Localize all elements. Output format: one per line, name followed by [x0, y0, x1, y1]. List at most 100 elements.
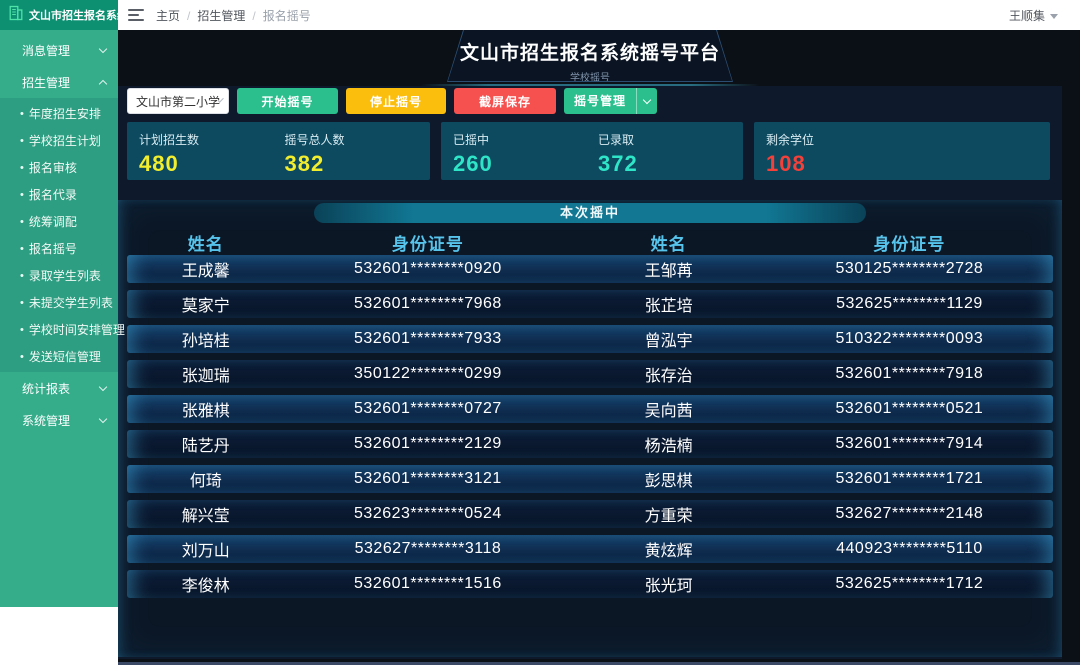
section-title-pill: 本次摇中	[314, 203, 866, 223]
sidebar-item-lottery[interactable]: 报名摇号	[0, 235, 118, 262]
cell-id: 350122********0299	[284, 365, 571, 383]
cell-id: 510322********0093	[766, 330, 1053, 348]
screenshot-save-button[interactable]: 截屏保存	[454, 88, 556, 114]
cell-name: 张光珂	[571, 572, 765, 596]
cell-name: 曾泓宇	[571, 327, 765, 351]
caret-down-icon	[1050, 14, 1058, 19]
sidebar-item-registration-review[interactable]: 报名审核	[0, 154, 118, 181]
table-row: 李俊林 532601********1516 张光珂 532625*******…	[127, 570, 1053, 598]
sidebar: 文山市招生报名系统 消息管理 招生管理 年度招生安排 学校招生计划 报名审核 报…	[0, 0, 118, 665]
table-row: 陆艺丹 532601********2129 杨浩楠 532601*******…	[127, 430, 1053, 458]
breadcrumb: 主页 招生管理 报名摇号	[156, 7, 311, 24]
cell-name: 陆艺丹	[127, 432, 284, 456]
cell-name: 刘万山	[127, 537, 284, 561]
sidebar-group-label: 招生管理	[22, 74, 100, 91]
cell-name: 黄炫辉	[571, 537, 765, 561]
stat-drawn: 已摇中 260	[453, 131, 598, 180]
school-select[interactable]: 文山市第二小学	[127, 88, 229, 114]
cell-name: 吴向茜	[571, 397, 765, 421]
lottery-manage-label[interactable]: 摇号管理	[564, 88, 636, 114]
table-row: 何琦 532601********3121 彭思棋 532601********…	[127, 465, 1053, 493]
user-name: 王顺集	[1009, 7, 1045, 24]
hamburger-icon[interactable]	[128, 9, 144, 21]
cell-id: 532601********7968	[284, 295, 571, 313]
stats-card-plan: 计划招生数 480 摇号总人数 382	[127, 122, 430, 180]
table-row: 孙培桂 532601********7933 曾泓宇 510322*******…	[127, 325, 1053, 353]
banner-glow-line	[420, 84, 760, 86]
cell-name: 彭思棋	[571, 467, 765, 491]
stats-row: 计划招生数 480 摇号总人数 382 已摇中 260 已录取 372	[127, 122, 1050, 180]
cell-id: 532627********2148	[766, 505, 1053, 523]
sidebar-group-enrollment[interactable]: 招生管理	[0, 66, 118, 98]
topbar: 主页 招生管理 报名摇号 王顺集	[118, 0, 1080, 30]
split-dropdown-toggle[interactable]	[636, 88, 657, 114]
app-title: 文山市招生报名系统	[29, 7, 128, 23]
cell-id: 532601********3121	[284, 470, 571, 488]
stat-label: 已摇中	[453, 131, 598, 148]
sidebar-group-reports[interactable]: 统计报表	[0, 372, 118, 404]
sidebar-item-school-schedule[interactable]: 学校时间安排管理	[0, 316, 118, 343]
sidebar-submenu-enrollment: 年度招生安排 学校招生计划 报名审核 报名代录 统筹调配 报名摇号 录取学生列表…	[0, 98, 118, 372]
cell-id: 532625********1712	[766, 575, 1053, 593]
cell-id: 532601********2129	[284, 435, 571, 453]
stat-value: 260	[453, 151, 598, 177]
cell-name: 王成馨	[127, 257, 284, 281]
sidebar-item-sms-management[interactable]: 发送短信管理	[0, 343, 118, 370]
table-row: 刘万山 532627********3118 黄炫辉 440923*******…	[127, 535, 1053, 563]
breadcrumb-enrollment[interactable]: 招生管理	[180, 7, 245, 24]
cell-name: 张存治	[571, 362, 765, 386]
sidebar-group-messages[interactable]: 消息管理	[0, 34, 118, 66]
sidebar-item-admitted-students[interactable]: 录取学生列表	[0, 262, 118, 289]
school-select-value: 文山市第二小学	[136, 93, 220, 110]
stat-label: 计划招生数	[139, 131, 285, 148]
start-lottery-button[interactable]: 开始摇号	[237, 88, 338, 114]
sidebar-group-label: 系统管理	[22, 412, 100, 429]
title-banner: 文山市招生报名系统摇号平台 学校摇号	[447, 30, 733, 82]
cell-id: 532601********7933	[284, 330, 571, 348]
cell-name: 张迦瑞	[127, 362, 284, 386]
table-row: 王成馨 532601********0920 王邹苒 530125*******…	[127, 255, 1053, 283]
app-logo-bar[interactable]: 文山市招生报名系统	[0, 0, 118, 30]
sidebar-group-system[interactable]: 系统管理	[0, 404, 118, 436]
app-window: 文山市招生报名系统 消息管理 招生管理 年度招生安排 学校招生计划 报名审核 报…	[0, 0, 1080, 665]
cell-id: 532601********0727	[284, 400, 571, 418]
user-menu[interactable]: 王顺集	[1009, 7, 1058, 24]
column-header-id: 身份证号	[284, 230, 571, 255]
column-header-id: 身份证号	[766, 230, 1053, 255]
stat-admitted: 已录取 372	[598, 131, 743, 180]
chevron-down-icon	[99, 414, 107, 422]
column-header-name: 姓名	[127, 230, 284, 255]
cell-id: 532627********3118	[284, 540, 571, 558]
cell-id: 532601********0521	[766, 400, 1053, 418]
chevron-down-icon	[99, 382, 107, 390]
stat-value: 108	[766, 151, 916, 177]
sidebar-group-label: 消息管理	[22, 42, 100, 59]
lottery-manage-split-button[interactable]: 摇号管理	[564, 88, 657, 114]
chevron-up-icon	[99, 79, 107, 87]
cell-id: 532601********7918	[766, 365, 1053, 383]
table-body: 王成馨 532601********0920 王邹苒 530125*******…	[127, 255, 1053, 605]
cell-name: 李俊林	[127, 572, 284, 596]
table-row: 张迦瑞 350122********0299 张存治 532601*******…	[127, 360, 1053, 388]
stat-value: 372	[598, 151, 743, 177]
sidebar-item-school-plan[interactable]: 学校招生计划	[0, 127, 118, 154]
stat-value: 480	[139, 151, 285, 177]
table-row: 莫家宁 532601********7968 张芷培 532625*******…	[127, 290, 1053, 318]
sidebar-item-allocation[interactable]: 统筹调配	[0, 208, 118, 235]
cell-id: 532625********1129	[766, 295, 1053, 313]
stop-lottery-button[interactable]: 停止摇号	[346, 88, 446, 114]
cell-id: 530125********2728	[766, 260, 1053, 278]
sidebar-item-annual-plan[interactable]: 年度招生安排	[0, 100, 118, 127]
stat-label: 已录取	[598, 131, 743, 148]
sidebar-item-registration-proxy[interactable]: 报名代录	[0, 181, 118, 208]
cell-id: 532601********1721	[766, 470, 1053, 488]
cell-id: 532623********0524	[284, 505, 571, 523]
stats-card-remaining: 剩余学位 108	[754, 122, 1050, 180]
page-title: 文山市招生报名系统摇号平台	[448, 38, 732, 65]
sidebar-item-unsubmitted-students[interactable]: 未提交学生列表	[0, 289, 118, 316]
breadcrumb-current: 报名摇号	[245, 7, 310, 24]
breadcrumb-home[interactable]: 主页	[156, 7, 180, 24]
building-icon	[8, 5, 24, 26]
stat-planned-enrollment: 计划招生数 480	[139, 131, 285, 180]
sidebar-menu-background: 文山市招生报名系统 消息管理 招生管理 年度招生安排 学校招生计划 报名审核 报…	[0, 0, 118, 607]
